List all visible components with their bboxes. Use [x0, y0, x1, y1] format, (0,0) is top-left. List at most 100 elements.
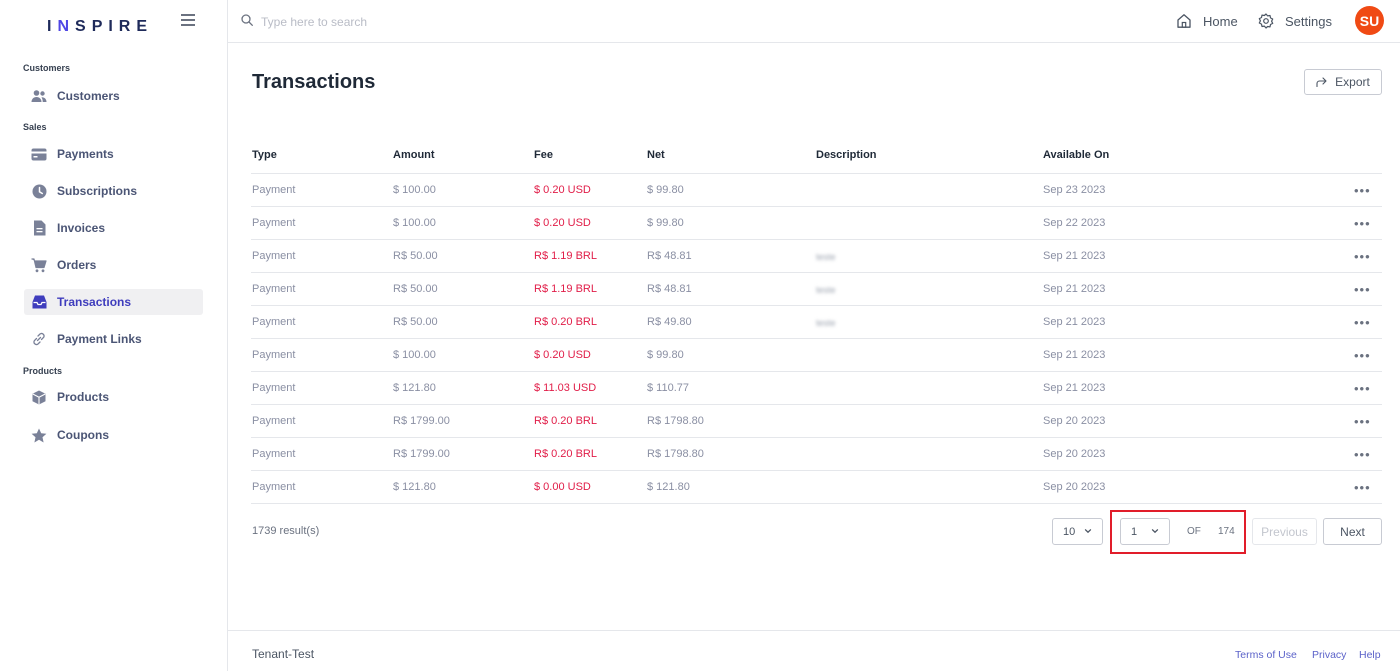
cell-fee: R$ 0.20 BRL	[534, 316, 597, 328]
sidebar-item-products[interactable]: Products	[24, 384, 203, 410]
avatar[interactable]: SU	[1355, 6, 1384, 35]
page-title: Transactions	[252, 71, 376, 93]
table-row[interactable]: Payment R$ 50.00 R$ 0.20 BRL R$ 49.80 teste S…	[251, 306, 1382, 339]
brand-logo[interactable]: INSPIRE	[47, 18, 153, 36]
sidebar: INSPIRE Customers Customers Sales Paymen…	[0, 0, 228, 671]
sidebar-item-label: Coupons	[57, 428, 109, 442]
chevron-down-icon	[1084, 527, 1092, 535]
section-label-products: Products	[23, 366, 63, 376]
brand-row: INSPIRE	[0, 0, 227, 43]
users-icon	[31, 88, 47, 104]
more-actions-icon[interactable]: •••	[1354, 447, 1371, 462]
table-row[interactable]: Payment $ 121.80 $ 11.03 USD $ 110.77 Sep 21…	[251, 372, 1382, 405]
cell-available-on: Sep 23 2023	[1043, 184, 1106, 196]
sidebar-item-label: Invoices	[57, 221, 106, 235]
more-actions-icon[interactable]: •••	[1354, 216, 1371, 231]
cell-available-on: Sep 21 2023	[1043, 250, 1106, 262]
cell-amount: R$ 1799.00	[393, 415, 450, 427]
table-row[interactable]: Payment $ 121.80 $ 0.00 USD $ 121.80 Sep 20 …	[251, 471, 1382, 504]
link-icon	[31, 331, 47, 347]
table-row[interactable]: Payment R$ 50.00 R$ 1.19 BRL R$ 48.81 teste S…	[251, 273, 1382, 306]
sidebar-item-label: Customers	[57, 89, 120, 103]
cell-amount: $ 100.00	[393, 349, 436, 361]
table-row[interactable]: Payment R$ 50.00 R$ 1.19 BRL R$ 48.81 teste S…	[251, 240, 1382, 273]
table-row[interactable]: Payment $ 100.00 $ 0.20 USD $ 99.80 Sep 21 2…	[251, 339, 1382, 372]
column-header-description[interactable]: Description	[816, 149, 877, 161]
cell-type: Payment	[252, 283, 296, 295]
sidebar-item-coupons[interactable]: Coupons	[24, 422, 203, 448]
home-link[interactable]: Home	[1176, 13, 1238, 29]
more-actions-icon[interactable]: •••	[1354, 282, 1371, 297]
menu-toggle-icon[interactable]	[181, 14, 195, 26]
cell-type: Payment	[252, 184, 296, 196]
column-header-fee[interactable]: Fee	[534, 149, 553, 161]
terms-link[interactable]: Terms of Use	[1235, 649, 1297, 661]
settings-link[interactable]: Settings	[1258, 13, 1332, 29]
sidebar-item-subscriptions[interactable]: Subscriptions	[24, 178, 203, 204]
column-header-net[interactable]: Net	[647, 149, 665, 161]
table-row[interactable]: Payment $ 100.00 $ 0.20 USD $ 99.80 Sep 23 2…	[251, 174, 1382, 207]
sidebar-item-label: Products	[57, 390, 110, 404]
cell-available-on: Sep 21 2023	[1043, 382, 1106, 394]
page-size-select[interactable]: 10	[1052, 518, 1103, 545]
home-label: Home	[1203, 13, 1238, 29]
table-body: Payment $ 100.00 $ 0.20 USD $ 99.80 Sep 23 2…	[251, 174, 1382, 504]
document-icon	[31, 220, 47, 236]
column-header-type[interactable]: Type	[252, 149, 277, 161]
table-row[interactable]: Payment $ 100.00 $ 0.20 USD $ 99.80 Sep 22 2…	[251, 207, 1382, 240]
column-header-available-on[interactable]: Available On	[1043, 149, 1109, 161]
sidebar-item-label: Payment Links	[57, 332, 142, 346]
cell-fee: $ 0.20 USD	[534, 349, 591, 361]
search-input[interactable]	[261, 15, 561, 29]
cell-fee: R$ 0.20 BRL	[534, 448, 597, 460]
more-actions-icon[interactable]: •••	[1354, 381, 1371, 396]
brand-prefix: I	[47, 17, 58, 35]
cell-available-on: Sep 21 2023	[1043, 316, 1106, 328]
cell-fee: R$ 1.19 BRL	[534, 283, 597, 295]
cell-type: Payment	[252, 349, 296, 361]
transactions-table: Type Amount Fee Net Description Availabl…	[251, 139, 1382, 504]
next-button[interactable]: Next	[1323, 518, 1382, 545]
sidebar-item-payments[interactable]: Payments	[24, 141, 203, 167]
previous-button[interactable]: Previous	[1252, 518, 1317, 545]
table-header: Type Amount Fee Net Description Availabl…	[251, 139, 1382, 174]
more-actions-icon[interactable]: •••	[1354, 414, 1371, 429]
sidebar-item-transactions[interactable]: Transactions	[24, 289, 203, 315]
tenant-name: Tenant-Test	[252, 647, 315, 661]
cell-fee: $ 0.00 USD	[534, 481, 591, 493]
sidebar-item-payment-links[interactable]: Payment Links	[24, 326, 203, 352]
cell-net: R$ 1798.80	[647, 448, 704, 460]
cell-net: $ 99.80	[647, 349, 684, 361]
of-label: OF	[1187, 526, 1201, 537]
sidebar-item-label: Payments	[57, 147, 114, 161]
more-actions-icon[interactable]: •••	[1354, 480, 1371, 495]
topbar: Home Settings SU	[228, 0, 1400, 43]
column-header-amount[interactable]: Amount	[393, 149, 435, 161]
cell-fee: $ 11.03 USD	[534, 382, 597, 394]
privacy-link[interactable]: Privacy	[1312, 649, 1346, 661]
cell-net: R$ 49.80	[647, 316, 692, 328]
cell-net: R$ 48.81	[647, 250, 692, 262]
sidebar-item-customers[interactable]: Customers	[24, 83, 203, 109]
more-actions-icon[interactable]: •••	[1354, 249, 1371, 264]
export-button[interactable]: Export	[1304, 69, 1382, 95]
more-actions-icon[interactable]: •••	[1354, 183, 1371, 198]
current-page-select[interactable]: 1	[1120, 518, 1170, 545]
cell-amount: $ 121.80	[393, 382, 436, 394]
sidebar-item-orders[interactable]: Orders	[24, 252, 203, 278]
search-icon	[241, 13, 253, 31]
table-row[interactable]: Payment R$ 1799.00 R$ 0.20 BRL R$ 1798.80 Se…	[251, 405, 1382, 438]
help-link[interactable]: Help	[1359, 649, 1381, 661]
settings-label: Settings	[1285, 13, 1332, 29]
table-row[interactable]: Payment R$ 1799.00 R$ 0.20 BRL R$ 1798.80 Se…	[251, 438, 1382, 471]
cell-available-on: Sep 21 2023	[1043, 349, 1106, 361]
share-arrow-icon	[1316, 77, 1327, 87]
sidebar-item-invoices[interactable]: Invoices	[24, 215, 203, 241]
inbox-icon	[31, 294, 47, 310]
more-actions-icon[interactable]: •••	[1354, 315, 1371, 330]
more-actions-icon[interactable]: •••	[1354, 348, 1371, 363]
cell-type: Payment	[252, 382, 296, 394]
cell-amount: $ 100.00	[393, 217, 436, 229]
brand-accent: N	[57, 17, 76, 35]
cell-description: teste	[816, 252, 836, 262]
